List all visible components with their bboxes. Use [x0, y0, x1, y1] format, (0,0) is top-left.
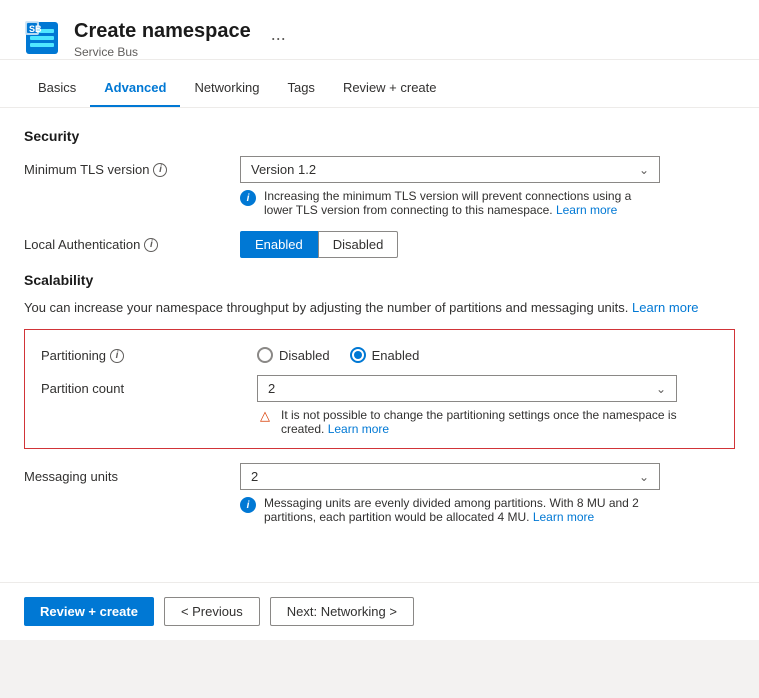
partitioning-enabled-circle: [350, 347, 366, 363]
tab-networking[interactable]: Networking: [180, 70, 273, 107]
page-wrapper: SB Create namespace Service Bus ... Basi…: [0, 0, 759, 698]
messaging-units-label: Messaging units: [24, 463, 224, 484]
partitioning-control: Disabled Enabled: [257, 342, 718, 363]
partitioning-disabled-radio[interactable]: Disabled: [257, 347, 330, 363]
content-area: Security Minimum TLS version i Version 1…: [0, 108, 759, 628]
tls-row: Minimum TLS version i Version 1.2 ⌄ i In…: [24, 156, 735, 217]
partition-warning-icon: △: [257, 408, 273, 424]
tab-review-create[interactable]: Review + create: [329, 70, 451, 107]
previous-button[interactable]: < Previous: [164, 597, 260, 626]
partitioning-radio-group: Disabled Enabled: [257, 342, 718, 363]
header-text: Create namespace Service Bus: [74, 18, 251, 59]
auth-label: Local Authentication i: [24, 231, 224, 252]
service-bus-icon: SB: [24, 20, 60, 56]
partitioning-disabled-label: Disabled: [279, 348, 330, 363]
messaging-units-value: 2: [251, 469, 258, 484]
tabs-bar: Basics Advanced Networking Tags Review +…: [0, 70, 759, 108]
auth-control: Enabled Disabled: [240, 231, 735, 258]
main-card: SB Create namespace Service Bus ... Basi…: [0, 0, 759, 640]
tab-advanced[interactable]: Advanced: [90, 70, 180, 107]
tls-chevron-icon: ⌄: [639, 163, 649, 177]
messaging-units-select[interactable]: 2 ⌄: [240, 463, 660, 490]
scalability-learn-more-link[interactable]: Learn more: [632, 300, 698, 315]
bottom-bar: Review + create < Previous Next: Network…: [0, 582, 759, 640]
partitioning-info-icon[interactable]: i: [110, 349, 124, 363]
auth-toggle-group: Enabled Disabled: [240, 231, 735, 258]
messaging-units-control: 2 ⌄ i Messaging units are evenly divided…: [240, 463, 735, 524]
tls-select-value: Version 1.2: [251, 162, 316, 177]
messaging-learn-more-link[interactable]: Learn more: [533, 510, 594, 524]
tab-tags[interactable]: Tags: [273, 70, 328, 107]
tls-control: Version 1.2 ⌄ i Increasing the minimum T…: [240, 156, 735, 217]
scalability-title: Scalability: [24, 272, 735, 288]
auth-info-icon[interactable]: i: [144, 238, 158, 252]
partition-count-label: Partition count: [41, 375, 241, 396]
next-button[interactable]: Next: Networking >: [270, 597, 414, 626]
header: SB Create namespace Service Bus ...: [0, 0, 759, 60]
messaging-units-row: Messaging units 2 ⌄ i Messaging units ar…: [24, 463, 735, 524]
tls-info-icon[interactable]: i: [153, 163, 167, 177]
messaging-info-box: i Messaging units are evenly divided amo…: [240, 496, 660, 524]
ellipsis-button[interactable]: ...: [271, 24, 286, 45]
auth-disabled-btn[interactable]: Disabled: [318, 231, 399, 258]
partition-count-row: Partition count 2 ⌄ △ It is not possible…: [41, 375, 718, 436]
svg-text:SB: SB: [29, 24, 42, 34]
security-title: Security: [24, 128, 735, 144]
tls-info-circle-icon: i: [240, 190, 256, 206]
partitioning-disabled-circle: [257, 347, 273, 363]
review-create-button[interactable]: Review + create: [24, 597, 154, 626]
tls-select[interactable]: Version 1.2 ⌄: [240, 156, 660, 183]
partition-learn-more-link[interactable]: Learn more: [328, 422, 389, 436]
tls-label: Minimum TLS version i: [24, 156, 224, 177]
partition-count-select[interactable]: 2 ⌄: [257, 375, 677, 402]
partitioning-label: Partitioning i: [41, 342, 241, 363]
auth-enabled-btn[interactable]: Enabled: [240, 231, 318, 258]
page-subtitle: Service Bus: [74, 45, 251, 59]
partition-count-value: 2: [268, 381, 275, 396]
partition-warning-box: △ It is not possible to change the parti…: [257, 408, 677, 436]
scalability-description: You can increase your namespace throughp…: [24, 300, 735, 315]
partition-count-chevron-icon: ⌄: [656, 382, 666, 396]
partitioning-enabled-radio[interactable]: Enabled: [350, 347, 420, 363]
partitioning-enabled-label: Enabled: [372, 348, 420, 363]
partitioning-bordered-section: Partitioning i Disabled Enabled: [24, 329, 735, 449]
partition-count-control: 2 ⌄ △ It is not possible to change the p…: [257, 375, 718, 436]
auth-row: Local Authentication i Enabled Disabled: [24, 231, 735, 258]
partitioning-row: Partitioning i Disabled Enabled: [41, 342, 718, 363]
messaging-info-circle-icon: i: [240, 497, 256, 513]
tls-info-box: i Increasing the minimum TLS version wil…: [240, 189, 660, 217]
messaging-units-chevron-icon: ⌄: [639, 470, 649, 484]
tab-basics[interactable]: Basics: [24, 70, 90, 107]
page-title: Create namespace: [74, 18, 251, 44]
tls-learn-more-link[interactable]: Learn more: [556, 203, 617, 217]
